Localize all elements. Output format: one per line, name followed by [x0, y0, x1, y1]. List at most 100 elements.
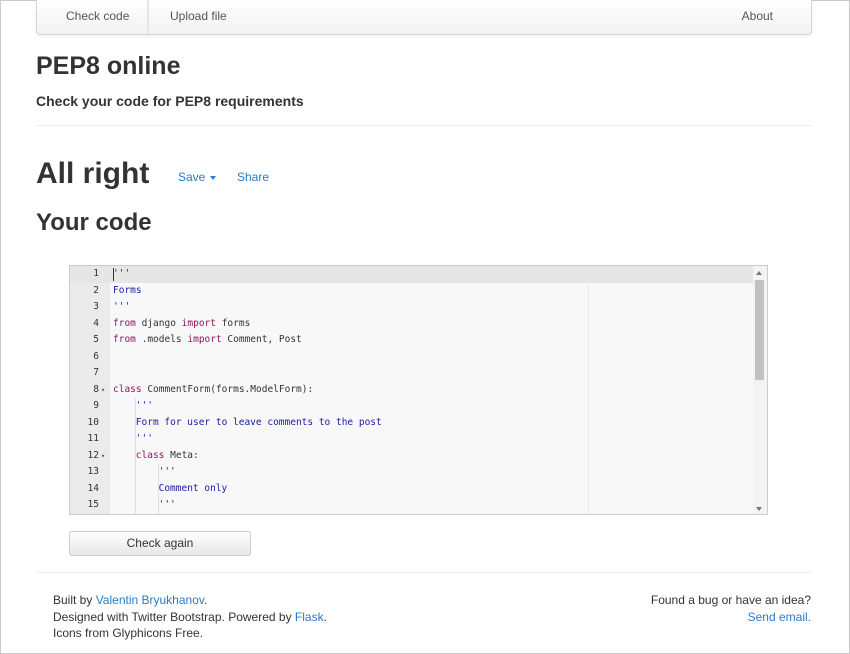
- indent-guide: [134, 398, 136, 415]
- indent-guide: [134, 464, 136, 481]
- line-number: 13: [87, 466, 99, 477]
- scroll-up-arrow-icon[interactable]: [756, 271, 762, 275]
- code-token: django: [135, 317, 182, 329]
- editor-line: 9 ''': [70, 398, 755, 415]
- line-number: 11: [87, 433, 99, 444]
- line-number: 14: [87, 482, 99, 494]
- save-dropdown[interactable]: Save: [178, 170, 217, 184]
- check-again-button[interactable]: Check again: [69, 531, 251, 556]
- indent-guide: [157, 480, 159, 497]
- editor-line: 4 from django import forms: [70, 316, 755, 333]
- nav-upload-file[interactable]: Upload file: [148, 0, 248, 34]
- indent-guide: [157, 464, 159, 481]
- nav-about[interactable]: About: [721, 0, 794, 34]
- indent-guide: [134, 480, 136, 497]
- keyword-token: import: [181, 317, 216, 329]
- text-cursor: [113, 268, 114, 281]
- string-token: Comment only: [158, 482, 228, 494]
- editor-line: 13 ''': [70, 464, 755, 481]
- editor-line: 6: [70, 349, 755, 366]
- site-title: PEP8 online: [36, 52, 181, 80]
- flask-link[interactable]: Flask: [295, 610, 324, 624]
- editor-line: 11 ''': [70, 431, 755, 448]
- save-label: Save: [178, 170, 206, 184]
- code-token: .models: [135, 334, 188, 345]
- nav-check-code[interactable]: Check code: [45, 0, 150, 34]
- string-token: ''': [135, 433, 153, 444]
- send-email-link[interactable]: Send email.: [748, 610, 811, 624]
- string-token: ''': [158, 466, 176, 477]
- editor-line: 10 Form for user to leave comments to the…: [70, 414, 755, 432]
- code-text: ''': [159, 464, 176, 481]
- header-divider: [36, 125, 812, 126]
- code-text: ''': [136, 398, 153, 415]
- editor-line: 1 ''': [70, 266, 755, 283]
- line-number: 9: [93, 400, 99, 411]
- indent-guide: [134, 414, 136, 431]
- line-number: 2: [93, 284, 99, 296]
- result-title: All right: [36, 157, 150, 190]
- footer-icons-credit: Icons from Glyphicons Free.: [53, 626, 204, 640]
- share-link[interactable]: Share: [237, 170, 269, 184]
- editor-line: 3 ''': [70, 299, 755, 316]
- footer-built-by: Built by Valentin Bryukhanov.: [53, 592, 327, 609]
- line-number: 7: [93, 367, 99, 378]
- code-text: ''': [136, 431, 153, 448]
- bug-text: Found a bug or have an idea?: [650, 593, 811, 607]
- editor-scrollbar[interactable]: [753, 266, 767, 514]
- indent-guide: [134, 431, 136, 448]
- code-text: Forms: [113, 283, 142, 300]
- scroll-thumb[interactable]: [755, 280, 764, 380]
- editor-line: 5 from .models import Comment, Post: [70, 332, 755, 349]
- string-token: Forms: [113, 284, 142, 296]
- code-editor[interactable]: 1 ''' 2 Forms 3 ''' 4 from django import forms 5…: [69, 265, 768, 515]
- line-number: 8: [93, 383, 99, 395]
- line-number: 4: [93, 317, 99, 329]
- footer-feedback: Found a bug or have an idea? Send email.: [651, 592, 811, 625]
- string-token: ''': [113, 268, 131, 279]
- code-text: Form for user to leave comments to the p…: [136, 415, 382, 432]
- footer-credits: Built by Valentin Bryukhanov. Designed w…: [53, 592, 327, 642]
- scroll-down-arrow-icon[interactable]: [756, 507, 762, 511]
- caret-down-icon: [210, 175, 217, 180]
- fold-arrow-icon[interactable]: ▾: [101, 382, 105, 399]
- editor-line: 8 ▾ class CommentForm(forms.ModelForm):: [70, 382, 755, 399]
- string-token: Form for user to leave comments to the p…: [135, 416, 382, 428]
- fold-arrow-icon[interactable]: ▾: [101, 448, 105, 465]
- editor-line: 15 ''': [70, 497, 755, 514]
- keyword-token: from: [113, 317, 136, 329]
- code-text: ''': [159, 497, 176, 514]
- editor-line: 2 Forms: [70, 283, 755, 300]
- code-token: Comment, Post: [221, 334, 302, 345]
- line-number: 10: [87, 416, 99, 428]
- code-text: ''': [113, 299, 130, 316]
- keyword-token: class: [135, 449, 165, 461]
- code-token: CommentForm(forms.ModelForm):: [141, 383, 314, 395]
- keyword-token: import: [187, 334, 222, 345]
- string-token: ''': [113, 301, 131, 312]
- code-text: ''': [113, 266, 130, 283]
- line-number: 3: [93, 301, 99, 312]
- editor-line: 14 Comment only: [70, 480, 755, 498]
- footer-divider: [36, 572, 812, 573]
- indent-guide: [157, 497, 159, 514]
- code-text: Comment only: [159, 481, 228, 498]
- built-by-text: Built by: [53, 593, 96, 607]
- line-number: 1: [93, 268, 99, 279]
- keyword-token: class: [113, 383, 142, 395]
- code-text: class CommentForm(forms.ModelForm):: [113, 382, 313, 399]
- line-number: 6: [93, 350, 99, 362]
- code-token: forms: [215, 317, 251, 329]
- author-link[interactable]: Valentin Bryukhanov: [96, 593, 204, 607]
- navbar: Check code Upload file About: [36, 0, 812, 35]
- built-by-suffix: .: [203, 593, 208, 607]
- footer-designed: Designed with Twitter Bootstrap. Powered…: [53, 609, 327, 626]
- keyword-token: from: [113, 334, 136, 345]
- string-token: ''': [158, 499, 176, 510]
- editor-line: 12 ▾ class Meta:: [70, 447, 755, 465]
- editor-line: 7: [70, 365, 755, 382]
- indent-guide: [134, 447, 136, 464]
- line-number: 5: [93, 334, 99, 345]
- line-number: 15: [87, 499, 99, 510]
- code-token: Meta:: [164, 449, 199, 461]
